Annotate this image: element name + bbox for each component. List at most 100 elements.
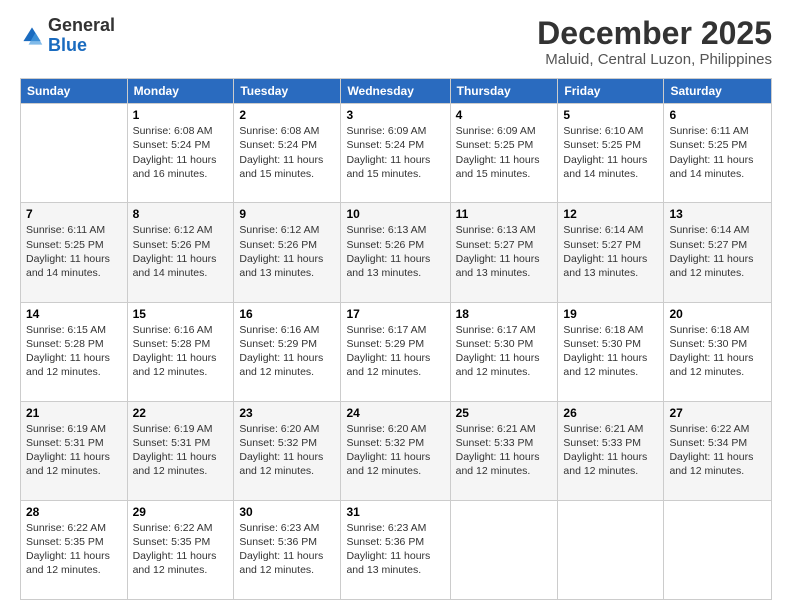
day-number: 27 — [669, 406, 766, 420]
calendar-week-row: 21 Sunrise: 6:19 AMSunset: 5:31 PMDayligh… — [21, 401, 772, 500]
logo: General Blue — [20, 16, 115, 56]
calendar-cell: 27 Sunrise: 6:22 AMSunset: 5:34 PMDayligh… — [664, 401, 772, 500]
calendar-cell: 16 Sunrise: 6:16 AMSunset: 5:29 PMDayligh… — [234, 302, 341, 401]
day-info: Sunrise: 6:16 AMSunset: 5:28 PMDaylight:… — [133, 323, 229, 380]
calendar-cell: 31Sunrise: 6:23 AMSunset: 5:36 PMDayligh… — [341, 500, 450, 599]
day-info: Sunrise: 6:10 AMSunset: 5:25 PMDaylight:… — [563, 124, 658, 181]
day-number: 24 — [346, 406, 444, 420]
day-number: 21 — [26, 406, 122, 420]
calendar-cell: 17 Sunrise: 6:17 AMSunset: 5:29 PMDayligh… — [341, 302, 450, 401]
day-number: 11 — [456, 207, 553, 221]
day-header-wednesday: Wednesday — [341, 79, 450, 104]
day-info: Sunrise: 6:23 AMSunset: 5:36 PMDaylight:… — [239, 521, 335, 578]
day-number: 6 — [669, 108, 766, 122]
day-info: Sunrise: 6:14 AMSunset: 5:27 PMDaylight:… — [669, 223, 766, 280]
calendar-week-row: 1 Sunrise: 6:08 AMSunset: 5:24 PMDaylight… — [21, 104, 772, 203]
day-info: Sunrise: 6:22 AMSunset: 5:35 PMDaylight:… — [26, 521, 122, 578]
day-info: Sunrise: 6:20 AMSunset: 5:32 PMDaylight:… — [239, 422, 335, 479]
page: General Blue December 2025 Maluid, Centr… — [0, 0, 792, 612]
calendar-cell: 13 Sunrise: 6:14 AMSunset: 5:27 PMDayligh… — [664, 203, 772, 302]
calendar-cell: 14 Sunrise: 6:15 AMSunset: 5:28 PMDayligh… — [21, 302, 128, 401]
day-number: 3 — [346, 108, 444, 122]
day-info: Sunrise: 6:08 AMSunset: 5:24 PMDaylight:… — [239, 124, 335, 181]
calendar-week-row: 28 Sunrise: 6:22 AMSunset: 5:35 PMDayligh… — [21, 500, 772, 599]
day-number: 14 — [26, 307, 122, 321]
day-info: Sunrise: 6:09 AMSunset: 5:25 PMDaylight:… — [456, 124, 553, 181]
calendar-week-row: 7Sunrise: 6:11 AMSunset: 5:25 PMDaylight… — [21, 203, 772, 302]
month-year: December 2025 — [537, 16, 772, 51]
day-header-sunday: Sunday — [21, 79, 128, 104]
day-info: Sunrise: 6:08 AMSunset: 5:24 PMDaylight:… — [133, 124, 229, 181]
day-number: 19 — [563, 307, 658, 321]
day-info: Sunrise: 6:11 AMSunset: 5:25 PMDaylight:… — [669, 124, 766, 181]
logo-icon — [20, 24, 44, 48]
calendar-cell: 3 Sunrise: 6:09 AMSunset: 5:24 PMDaylight… — [341, 104, 450, 203]
day-number: 9 — [239, 207, 335, 221]
day-info: Sunrise: 6:21 AMSunset: 5:33 PMDaylight:… — [563, 422, 658, 479]
calendar-cell: 8Sunrise: 6:12 AMSunset: 5:26 PMDaylight… — [127, 203, 234, 302]
day-info: Sunrise: 6:17 AMSunset: 5:29 PMDaylight:… — [346, 323, 444, 380]
calendar-cell: 20Sunrise: 6:18 AMSunset: 5:30 PMDayligh… — [664, 302, 772, 401]
calendar-cell: 24 Sunrise: 6:20 AMSunset: 5:32 PMDayligh… — [341, 401, 450, 500]
day-info: Sunrise: 6:15 AMSunset: 5:28 PMDaylight:… — [26, 323, 122, 380]
day-number: 4 — [456, 108, 553, 122]
calendar-cell: 7Sunrise: 6:11 AMSunset: 5:25 PMDaylight… — [21, 203, 128, 302]
day-number: 28 — [26, 505, 122, 519]
calendar-cell: 9 Sunrise: 6:12 AMSunset: 5:26 PMDaylight… — [234, 203, 341, 302]
day-number: 2 — [239, 108, 335, 122]
day-info: Sunrise: 6:12 AMSunset: 5:26 PMDaylight:… — [133, 223, 229, 280]
day-info: Sunrise: 6:13 AMSunset: 5:27 PMDaylight:… — [456, 223, 553, 280]
calendar-cell: 11 Sunrise: 6:13 AMSunset: 5:27 PMDayligh… — [450, 203, 558, 302]
day-number: 10 — [346, 207, 444, 221]
day-number: 17 — [346, 307, 444, 321]
day-info: Sunrise: 6:14 AMSunset: 5:27 PMDaylight:… — [563, 223, 658, 280]
calendar-cell: 4 Sunrise: 6:09 AMSunset: 5:25 PMDaylight… — [450, 104, 558, 203]
logo-text: General Blue — [48, 16, 115, 56]
day-number: 7 — [26, 207, 122, 221]
day-number: 18 — [456, 307, 553, 321]
calendar-cell: 15Sunrise: 6:16 AMSunset: 5:28 PMDayligh… — [127, 302, 234, 401]
day-number: 22 — [133, 406, 229, 420]
day-info: Sunrise: 6:16 AMSunset: 5:29 PMDaylight:… — [239, 323, 335, 380]
day-info: Sunrise: 6:12 AMSunset: 5:26 PMDaylight:… — [239, 223, 335, 280]
day-header-monday: Monday — [127, 79, 234, 104]
calendar-cell: 12 Sunrise: 6:14 AMSunset: 5:27 PMDayligh… — [558, 203, 664, 302]
calendar-cell: 22 Sunrise: 6:19 AMSunset: 5:31 PMDayligh… — [127, 401, 234, 500]
calendar-cell — [450, 500, 558, 599]
calendar-cell: 19Sunrise: 6:18 AMSunset: 5:30 PMDayligh… — [558, 302, 664, 401]
day-info: Sunrise: 6:22 AMSunset: 5:34 PMDaylight:… — [669, 422, 766, 479]
calendar-cell: 29 Sunrise: 6:22 AMSunset: 5:35 PMDayligh… — [127, 500, 234, 599]
calendar-cell: 1 Sunrise: 6:08 AMSunset: 5:24 PMDaylight… — [127, 104, 234, 203]
day-number: 31 — [346, 505, 444, 519]
day-info: Sunrise: 6:22 AMSunset: 5:35 PMDaylight:… — [133, 521, 229, 578]
day-number: 5 — [563, 108, 658, 122]
day-header-thursday: Thursday — [450, 79, 558, 104]
calendar-cell: 23 Sunrise: 6:20 AMSunset: 5:32 PMDayligh… — [234, 401, 341, 500]
day-number: 12 — [563, 207, 658, 221]
day-header-friday: Friday — [558, 79, 664, 104]
day-info: Sunrise: 6:09 AMSunset: 5:24 PMDaylight:… — [346, 124, 444, 181]
calendar-week-row: 14 Sunrise: 6:15 AMSunset: 5:28 PMDayligh… — [21, 302, 772, 401]
day-info: Sunrise: 6:19 AMSunset: 5:31 PMDaylight:… — [133, 422, 229, 479]
logo-general: General — [48, 15, 115, 35]
header: General Blue December 2025 Maluid, Centr… — [20, 16, 772, 68]
calendar-table: SundayMondayTuesdayWednesdayThursdayFrid… — [20, 78, 772, 600]
calendar-cell: 5 Sunrise: 6:10 AMSunset: 5:25 PMDaylight… — [558, 104, 664, 203]
calendar-cell — [664, 500, 772, 599]
day-number: 13 — [669, 207, 766, 221]
day-header-saturday: Saturday — [664, 79, 772, 104]
day-number: 20 — [669, 307, 766, 321]
day-number: 30 — [239, 505, 335, 519]
calendar-cell: 21Sunrise: 6:19 AMSunset: 5:31 PMDayligh… — [21, 401, 128, 500]
day-number: 1 — [133, 108, 229, 122]
title-block: December 2025 Maluid, Central Luzon, Phi… — [537, 16, 772, 68]
calendar-cell: 25Sunrise: 6:21 AMSunset: 5:33 PMDayligh… — [450, 401, 558, 500]
day-number: 23 — [239, 406, 335, 420]
calendar-cell — [21, 104, 128, 203]
day-info: Sunrise: 6:21 AMSunset: 5:33 PMDaylight:… — [456, 422, 553, 479]
calendar-cell: 2 Sunrise: 6:08 AMSunset: 5:24 PMDaylight… — [234, 104, 341, 203]
day-info: Sunrise: 6:20 AMSunset: 5:32 PMDaylight:… — [346, 422, 444, 479]
day-number: 29 — [133, 505, 229, 519]
day-info: Sunrise: 6:17 AMSunset: 5:30 PMDaylight:… — [456, 323, 553, 380]
day-number: 16 — [239, 307, 335, 321]
